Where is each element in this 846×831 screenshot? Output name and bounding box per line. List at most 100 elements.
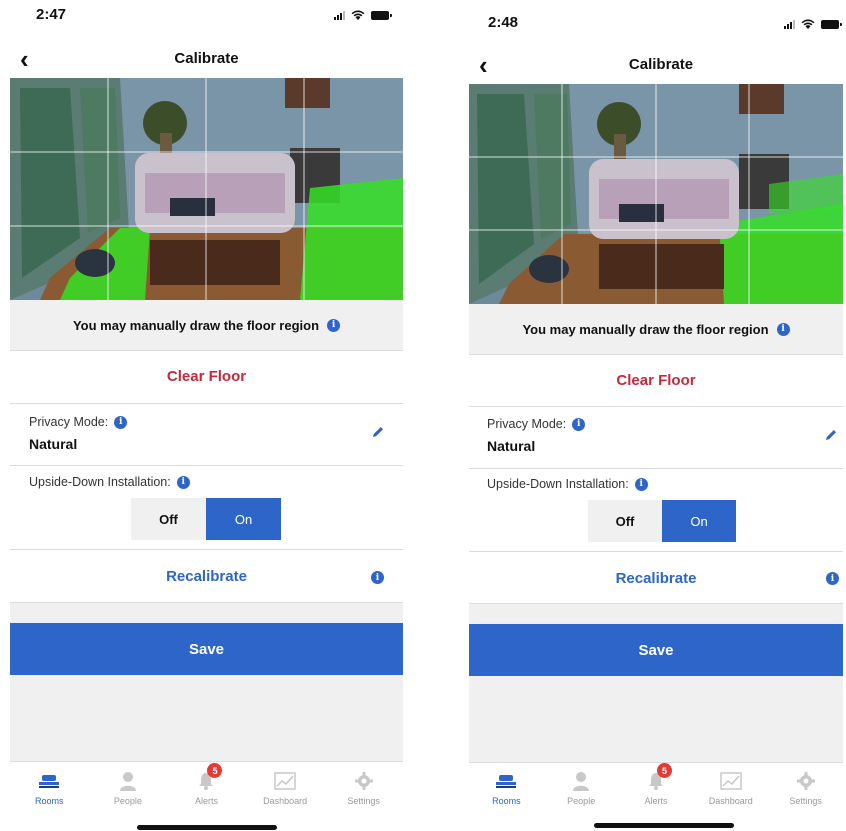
info-icon[interactable]: i [634,477,648,491]
status-icons [784,19,842,29]
gear-icon [796,769,816,793]
divider [10,549,403,550]
upside-down-label: Upside-Down Installation: i [487,477,648,491]
gear-icon [354,769,374,793]
upside-down-label-text: Upside-Down Installation: [487,477,629,491]
status-bar: 2:47 [10,2,403,32]
tab-people[interactable]: People [93,762,163,806]
info-icon[interactable]: i [776,322,790,336]
tab-alerts[interactable]: 5 Alerts [171,762,241,806]
divider [10,403,403,404]
info-icon[interactable]: i [114,415,128,429]
tab-rooms[interactable]: Rooms [14,762,84,806]
status-bar: 2:48 [469,8,843,38]
chart-icon [720,769,742,793]
divider [469,551,843,552]
privacy-mode-label-text: Privacy Mode: [487,417,567,431]
alerts-badge: 5 [207,763,223,778]
home-indicator [594,823,734,828]
person-icon [572,769,590,793]
bell-icon: 5 [197,763,223,793]
bell-icon: 5 [647,763,672,793]
tab-dashboard[interactable]: Dashboard [696,762,766,806]
upside-down-label: Upside-Down Installation: i [29,475,190,489]
divider [469,468,843,469]
upside-down-toggle[interactable]: Off On [131,498,281,540]
alerts-badge: 5 [656,763,672,778]
tab-bar: Rooms People 5 Alerts Dashboard Settings [469,762,843,812]
tab-alerts[interactable]: 5 Alerts [621,762,691,806]
tab-rooms[interactable]: Rooms [471,762,541,806]
wifi-icon [801,19,815,29]
signal-icon [334,10,345,20]
info-icon[interactable]: i [826,572,839,585]
info-icon[interactable]: i [572,417,586,431]
chart-icon [274,769,296,793]
floor-hint: You may manually draw the floor region i [10,300,403,350]
clear-floor-button[interactable]: Clear Floor [10,368,403,385]
page-title: Calibrate [628,56,694,73]
tab-label: Settings [347,796,380,806]
nav-bar: ‹ Calibrate [10,44,403,74]
tab-label: Dashboard [263,796,308,806]
nav-bar: ‹ Calibrate [469,50,843,80]
floor-hint-text: You may manually draw the floor region [522,321,769,337]
recalibrate-button[interactable]: Recalibrate [10,568,403,585]
tab-label: Alerts [644,796,668,806]
status-time: 2:48 [488,14,519,31]
signal-icon [784,19,795,29]
privacy-mode-value: Natural [29,436,78,452]
clear-floor-button[interactable]: Clear Floor [469,372,843,389]
phone-screen-right: 2:48 ‹ Calibrate You may manually draw t… [469,0,843,831]
tab-bar: Rooms People 5 Alerts Dashboard Settings [10,762,403,812]
page-title: Calibrate [174,50,239,67]
tab-dashboard[interactable]: Dashboard [250,762,320,806]
divider [10,465,403,466]
divider [469,406,843,407]
info-icon[interactable]: i [327,318,341,332]
save-button[interactable]: Save [469,624,843,676]
info-icon[interactable]: i [176,475,190,489]
camera-view[interactable] [469,84,843,304]
tab-label: Rooms [492,796,521,806]
floor-hint: You may manually draw the floor region i [469,304,843,354]
rooms-icon [495,769,517,793]
toggle-off-button[interactable]: Off [131,498,206,540]
save-button[interactable]: Save [10,623,403,675]
rooms-icon [38,769,60,793]
tab-label: Alerts [194,796,218,806]
spacer [469,676,843,762]
toggle-on-button[interactable]: On [206,498,281,540]
tab-settings[interactable]: Settings [329,762,399,806]
upside-down-toggle[interactable]: Off On [588,500,736,542]
upside-down-label-text: Upside-Down Installation: [29,475,171,489]
camera-view[interactable] [10,78,403,300]
spacer [469,604,843,624]
status-time: 2:47 [36,6,67,23]
tab-label: People [567,796,596,806]
spacer [10,603,403,623]
person-icon [119,769,137,793]
pencil-icon[interactable] [371,425,385,444]
status-icons [334,10,392,20]
info-icon[interactable]: i [371,571,384,584]
tab-label: Settings [789,796,822,806]
tab-settings[interactable]: Settings [771,762,841,806]
home-indicator [137,825,277,830]
tab-people[interactable]: People [546,762,616,806]
pencil-icon[interactable] [824,428,838,447]
spacer [10,675,403,761]
phone-screen-left: 2:47 ‹ Calibrate You may manually draw t… [10,0,403,831]
toggle-off-button[interactable]: Off [588,500,662,542]
battery-icon [821,19,842,29]
wifi-icon [351,10,365,20]
privacy-mode-value: Natural [487,438,536,454]
toggle-on-button[interactable]: On [662,500,736,542]
privacy-mode-label: Privacy Mode: i [487,417,586,431]
floor-hint-text: You may manually draw the floor region [72,317,320,333]
battery-icon [371,10,392,20]
recalibrate-button[interactable]: Recalibrate [469,570,843,587]
divider [469,354,843,355]
privacy-mode-label-text: Privacy Mode: [29,415,109,429]
privacy-mode-label: Privacy Mode: i [29,415,128,429]
